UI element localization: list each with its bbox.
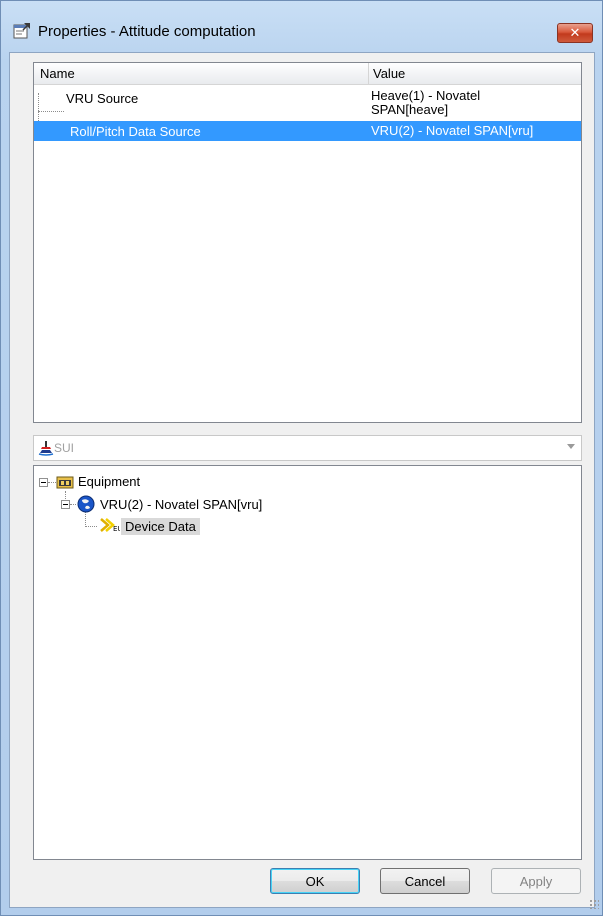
property-row-vru-source[interactable]: VRU Source Heave(1) - Novatel SPAN[heave… (34, 85, 581, 121)
svg-text:EU: EU (113, 525, 120, 533)
property-value-line1: Heave(1) - Novatel (371, 88, 481, 103)
equipment-icon (56, 476, 74, 489)
tree-node-equipment[interactable]: Equipment (78, 474, 140, 489)
tree-expander-vru[interactable] (61, 500, 70, 509)
property-name: Roll/Pitch Data Source (70, 124, 201, 139)
tree-line (48, 482, 56, 483)
source-combo[interactable]: SUI (33, 435, 582, 461)
tree-node-device-data[interactable]: Device Data (121, 518, 200, 535)
property-value: VRU(2) - Novatel SPAN[vru] (371, 123, 534, 138)
chevron-down-icon[interactable] (567, 444, 575, 449)
close-button[interactable]: ✕ (557, 23, 593, 43)
resize-grip[interactable] (589, 899, 599, 909)
properties-window-icon (13, 23, 30, 39)
property-grid[interactable]: Name Value VRU Source Heave(1) - Novatel… (33, 62, 582, 423)
cancel-button[interactable]: Cancel (380, 868, 470, 894)
tree-node-vru[interactable]: VRU(2) - Novatel SPAN[vru] (100, 497, 262, 512)
property-value-line2: SPAN[heave] (371, 102, 449, 117)
ok-button[interactable]: OK (270, 868, 360, 894)
column-header-name[interactable]: Name (40, 66, 75, 81)
tree-expander-equipment[interactable] (39, 478, 48, 487)
sui-icon (38, 441, 54, 456)
combo-value: SUI (54, 441, 75, 455)
property-name: VRU Source (66, 91, 139, 106)
tree-line (85, 512, 86, 527)
tree-line (85, 526, 97, 527)
column-separator[interactable] (368, 63, 369, 84)
title-bar[interactable]: Properties - Attitude computation ✕ (1, 1, 602, 53)
close-icon: ✕ (569, 25, 581, 41)
properties-dialog: Properties - Attitude computation ✕ Name… (0, 0, 603, 916)
apply-button[interactable]: Apply (491, 868, 581, 894)
tree-line (70, 504, 76, 505)
device-data-icon: EU (100, 518, 120, 533)
grid-header: Name Value (34, 63, 581, 85)
property-row-roll-pitch-source[interactable]: Roll/Pitch Data Source VRU(2) - Novatel … (34, 121, 581, 141)
window-title: Properties - Attitude computation (38, 23, 256, 40)
globe-icon (77, 495, 95, 513)
column-header-value[interactable]: Value (373, 66, 405, 81)
equipment-tree[interactable]: Equipment VRU(2) - Novatel SPAN[vru] EU … (33, 465, 582, 860)
